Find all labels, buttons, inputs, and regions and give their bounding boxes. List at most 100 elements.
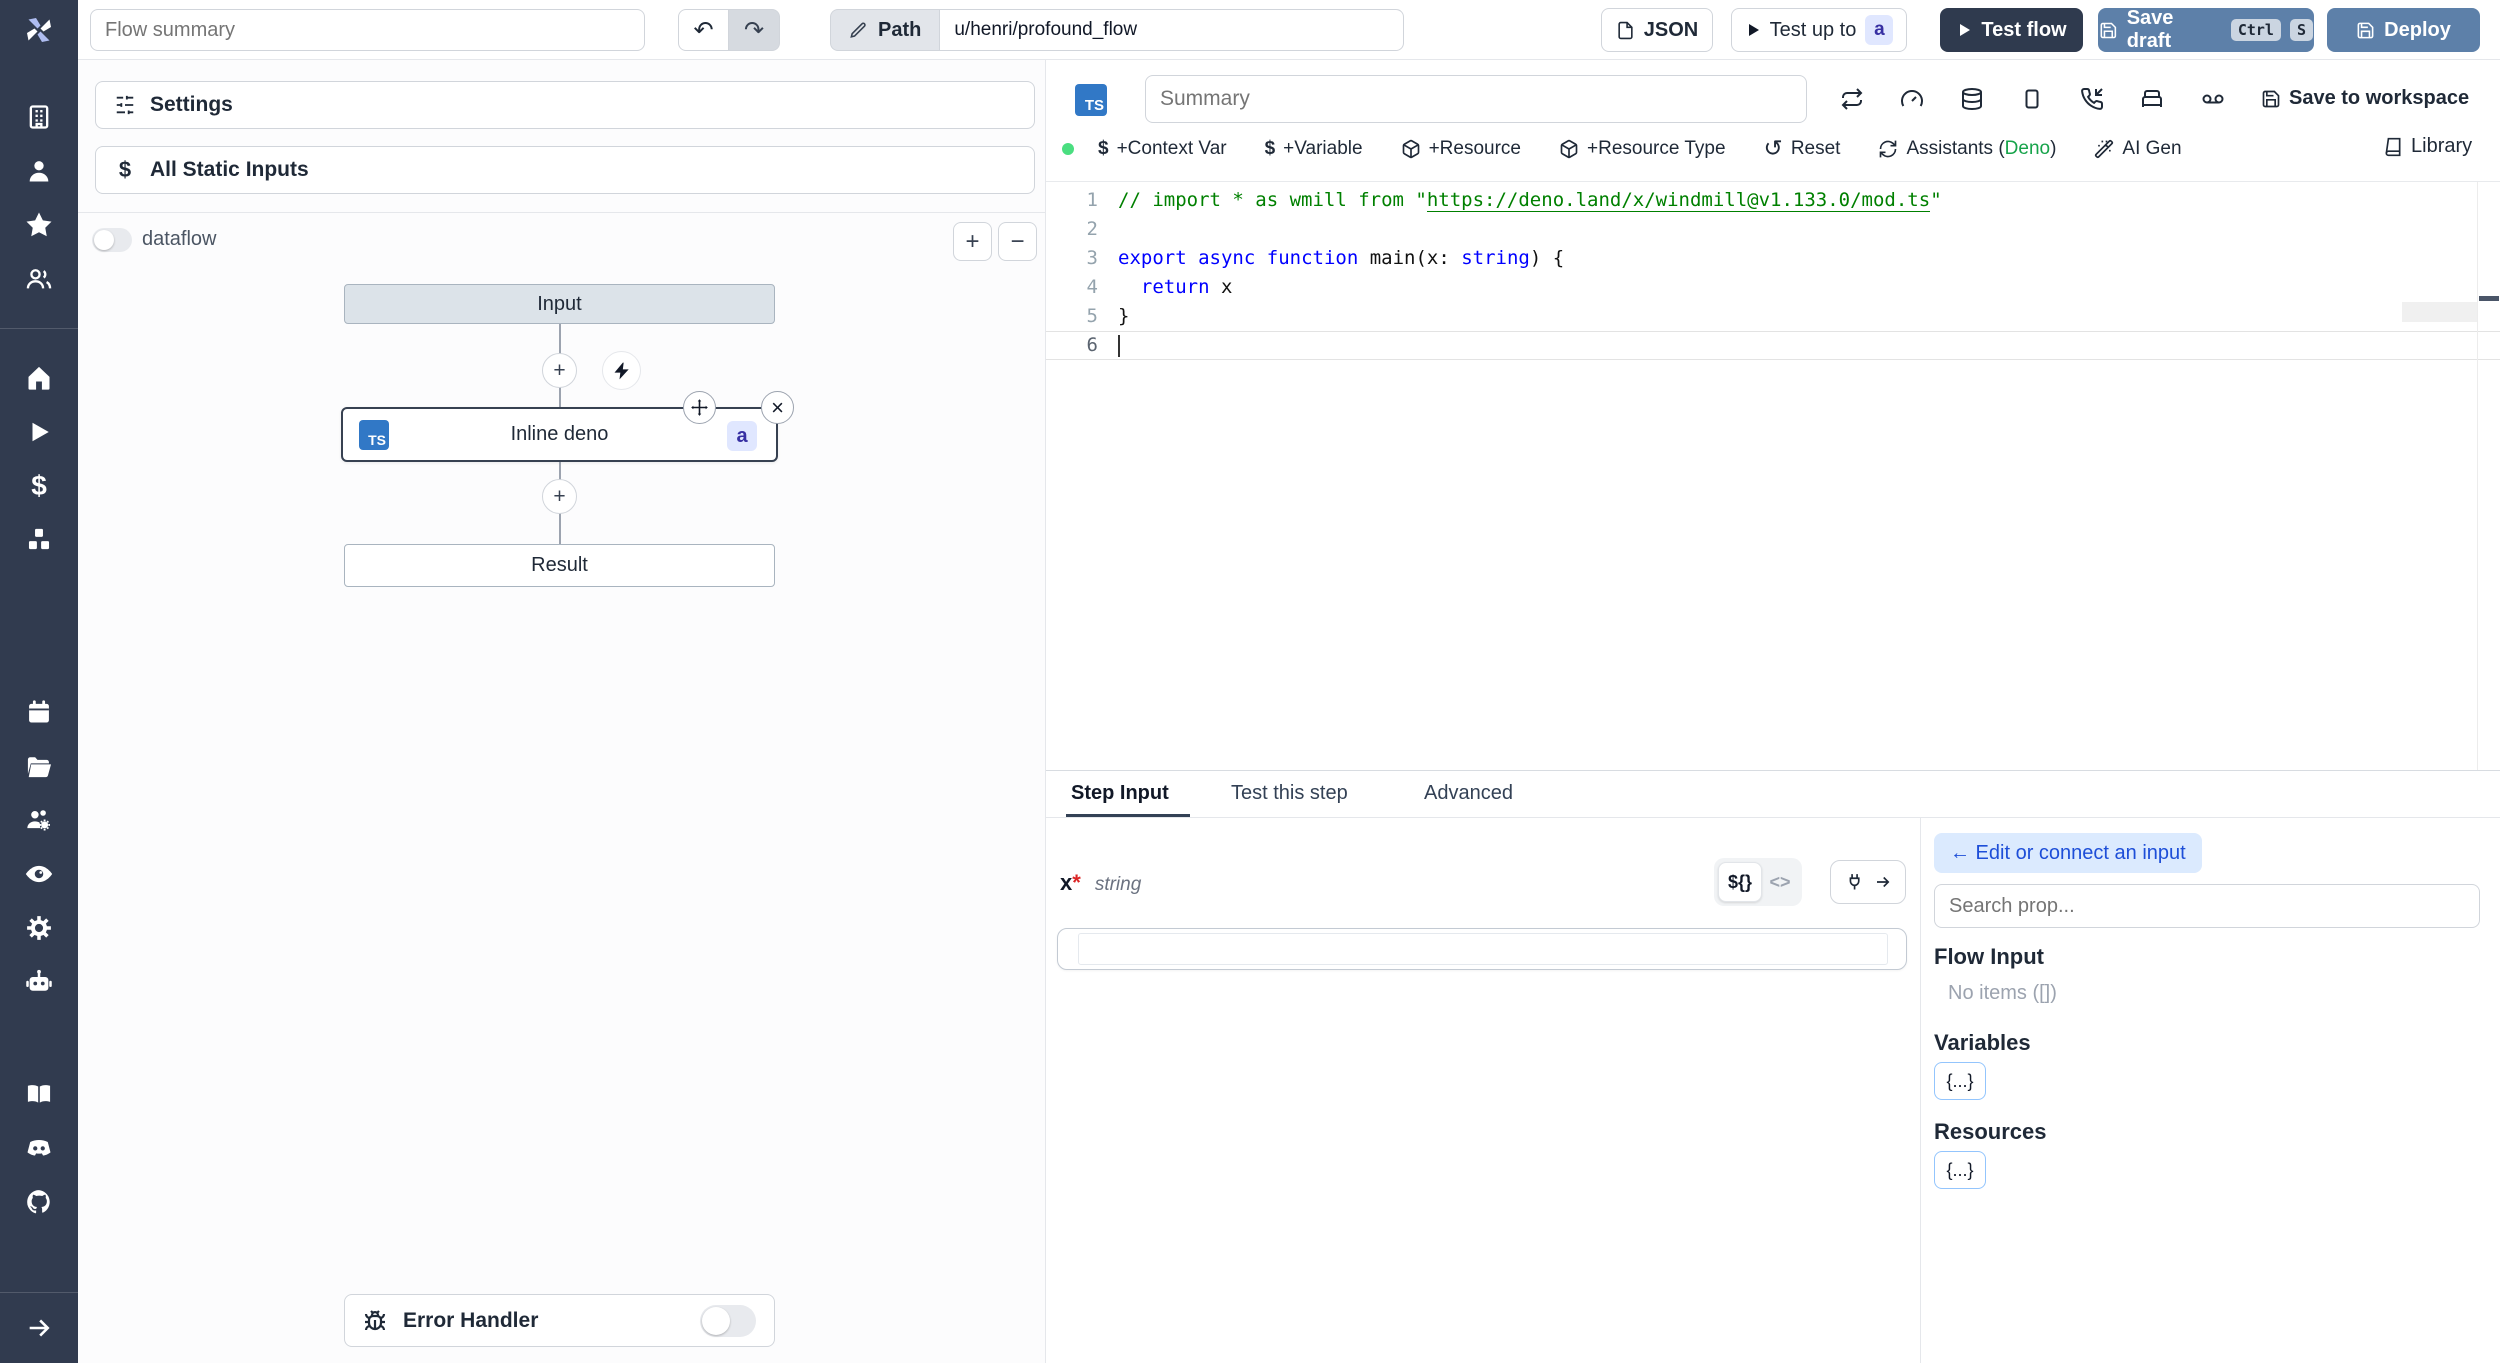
resources-expand-button[interactable]: {...} bbox=[1934, 1151, 1986, 1189]
favorites-star-icon[interactable] bbox=[0, 198, 78, 252]
library-button[interactable]: Library bbox=[2383, 135, 2472, 158]
code-line[interactable]: 6 bbox=[1046, 331, 2500, 360]
graph-input-node[interactable]: Input bbox=[344, 284, 775, 324]
all-static-inputs-button[interactable]: $ All Static Inputs bbox=[95, 146, 1035, 194]
workers-groups-icon[interactable] bbox=[0, 793, 78, 847]
variables-expand-button[interactable]: {...} bbox=[1934, 1062, 1986, 1100]
insert-step-button[interactable]: + bbox=[542, 353, 577, 388]
bed-icon[interactable] bbox=[2140, 87, 2164, 111]
code-line[interactable]: 2 bbox=[1046, 215, 2500, 244]
required-mark: * bbox=[1072, 870, 1081, 895]
add-resource-type-label: +Resource Type bbox=[1587, 137, 1726, 159]
zoom-out-button[interactable]: − bbox=[998, 222, 1037, 261]
dataflow-toggle[interactable] bbox=[92, 228, 132, 252]
reset-label: Reset bbox=[1790, 137, 1841, 159]
insert-step-button[interactable]: + bbox=[542, 479, 577, 514]
windmill-logo-icon[interactable] bbox=[0, 0, 78, 60]
error-handler-label: Error Handler bbox=[403, 1308, 539, 1332]
gauge-icon[interactable] bbox=[1900, 87, 1924, 111]
settings-gear-icon[interactable] bbox=[0, 901, 78, 955]
path-input[interactable] bbox=[939, 9, 1405, 51]
audit-eye-icon[interactable] bbox=[0, 847, 78, 901]
line-number: 6 bbox=[1086, 334, 1098, 356]
delete-step-button[interactable]: × bbox=[761, 391, 794, 424]
wand-icon bbox=[2095, 139, 2114, 158]
groups-users-icon[interactable] bbox=[0, 252, 78, 306]
user-icon[interactable] bbox=[0, 144, 78, 198]
status-dot bbox=[1062, 143, 1074, 155]
code-mode-option[interactable]: <> bbox=[1762, 872, 1798, 893]
github-icon[interactable] bbox=[0, 1175, 78, 1229]
expand-sidebar-arrow-icon[interactable] bbox=[0, 1293, 78, 1363]
code-line[interactable]: 4 return x bbox=[1046, 273, 2500, 302]
input-mode-toggle[interactable]: ${} <> bbox=[1714, 858, 1802, 906]
graph-step-node[interactable]: TS Inline deno a × bbox=[341, 391, 794, 462]
discord-icon[interactable] bbox=[0, 1121, 78, 1175]
voicemail-icon[interactable] bbox=[2200, 87, 2226, 111]
repeat-icon[interactable] bbox=[1840, 87, 1864, 111]
step-summary-input[interactable] bbox=[1145, 75, 1807, 123]
arrows-move-icon bbox=[691, 399, 708, 416]
resources-boxes-icon[interactable] bbox=[0, 513, 78, 567]
home-icon[interactable] bbox=[0, 351, 78, 405]
flow-settings-button[interactable]: Settings bbox=[95, 81, 1035, 129]
library-label: Library bbox=[2411, 135, 2473, 157]
ai-gen-button[interactable]: AI Gen bbox=[2094, 138, 2182, 160]
expr-mode-option[interactable]: ${} bbox=[1718, 862, 1762, 902]
panel-divider bbox=[78, 212, 1046, 213]
code-line[interactable]: 3 export async function main(x: string) { bbox=[1046, 244, 2500, 273]
resources-heading: Resources bbox=[1934, 1119, 2047, 1144]
json-button[interactable]: JSON bbox=[1601, 8, 1713, 52]
trigger-button[interactable] bbox=[602, 351, 641, 390]
reset-button[interactable]: ↺ Reset bbox=[1764, 135, 1841, 162]
save-draft-button[interactable]: Save draft Ctrl S bbox=[2098, 7, 2314, 52]
search-prop-input[interactable] bbox=[1934, 884, 2480, 928]
runs-play-icon[interactable] bbox=[0, 405, 78, 459]
tab-advanced[interactable]: Advanced bbox=[1424, 782, 1513, 805]
field-value-input[interactable] bbox=[1078, 933, 1888, 965]
tab-test-this-step[interactable]: Test this step bbox=[1231, 782, 1348, 805]
zoom-in-button[interactable]: + bbox=[953, 222, 992, 261]
connect-input-button[interactable] bbox=[1830, 860, 1906, 904]
assistants-label: Assistants (Deno) bbox=[1906, 137, 2057, 159]
error-handler-row[interactable]: Error Handler bbox=[344, 1294, 775, 1347]
cube-icon bbox=[1560, 139, 1578, 158]
phone-incoming-icon[interactable] bbox=[2080, 87, 2104, 111]
tabs-border bbox=[1046, 817, 2500, 818]
variables-dollar-icon[interactable]: $ bbox=[0, 459, 78, 513]
deploy-button[interactable]: Deploy bbox=[2327, 8, 2480, 52]
plus-icon: + bbox=[553, 358, 566, 382]
docs-book-icon[interactable] bbox=[0, 1067, 78, 1121]
code-editor[interactable]: 1// import * as wmill from "https://deno… bbox=[1046, 182, 2500, 770]
schedules-calendar-icon[interactable] bbox=[0, 685, 78, 739]
database-icon[interactable] bbox=[1960, 87, 1984, 111]
input-node-label: Input bbox=[537, 292, 582, 315]
path-label: Path bbox=[878, 18, 922, 41]
flow-summary-input[interactable] bbox=[90, 9, 645, 51]
workspace-building-icon[interactable] bbox=[0, 90, 78, 144]
add-resource-button[interactable]: +Resource bbox=[1401, 138, 1521, 160]
lightning-bolt-icon bbox=[614, 362, 629, 379]
save-to-workspace-button[interactable]: Save to workspace bbox=[2261, 87, 2469, 110]
test-flow-button[interactable]: Test flow bbox=[1940, 8, 2083, 52]
code-line[interactable]: 1// import * as wmill from "https://deno… bbox=[1046, 186, 2500, 215]
move-step-button[interactable] bbox=[683, 391, 716, 424]
test-up-to-button[interactable]: Test up to a bbox=[1731, 8, 1907, 52]
add-resource-type-button[interactable]: +Resource Type bbox=[1559, 138, 1726, 160]
error-handler-toggle[interactable] bbox=[700, 1304, 756, 1337]
folders-icon[interactable] bbox=[0, 739, 78, 793]
edit-or-connect-button[interactable]: ← Edit or connect an input bbox=[1934, 833, 2202, 873]
assistants-button[interactable]: Assistants (Deno) bbox=[1878, 138, 2056, 160]
minimap-slider[interactable] bbox=[2402, 302, 2477, 322]
path-edit-button[interactable]: Path bbox=[830, 9, 940, 51]
undo-button[interactable]: ↶ bbox=[678, 9, 729, 51]
add-context-var-button[interactable]: $ +Context Var bbox=[1098, 138, 1227, 160]
tab-step-input[interactable]: Step Input bbox=[1071, 782, 1169, 805]
graph-result-node[interactable]: Result bbox=[344, 544, 775, 587]
redo-button[interactable]: ↷ bbox=[729, 9, 780, 51]
sliders-icon bbox=[116, 95, 134, 115]
ai-bot-icon[interactable] bbox=[0, 955, 78, 1009]
add-variable-button[interactable]: $ +Variable bbox=[1265, 138, 1363, 160]
panel-rectangle-icon[interactable] bbox=[2020, 87, 2044, 111]
code-line[interactable]: 5} bbox=[1046, 302, 2500, 331]
